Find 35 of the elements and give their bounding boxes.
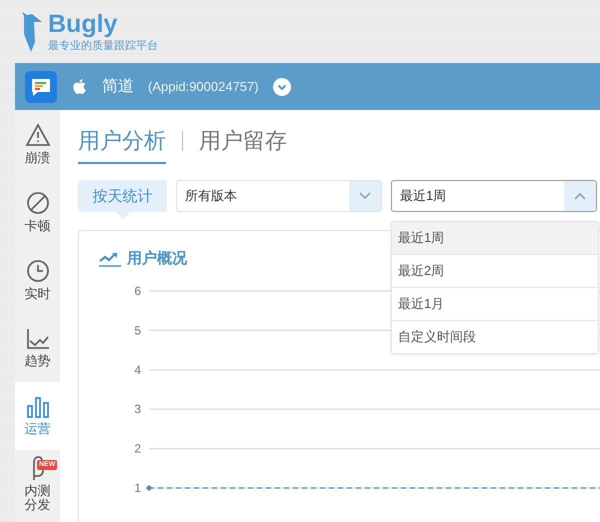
app-name: 简道 bbox=[102, 77, 134, 97]
warning-icon bbox=[24, 123, 50, 147]
clock-icon bbox=[26, 259, 50, 283]
axis-tick-label: 5 bbox=[134, 323, 141, 338]
brand-name: Bugly bbox=[48, 10, 118, 38]
page-tab[interactable]: 用户留存 bbox=[199, 126, 287, 164]
dropdown-option[interactable]: 最近1月 bbox=[392, 287, 598, 320]
dropdown-option[interactable]: 自定义时间段 bbox=[392, 320, 598, 353]
tab-pointer-icon bbox=[116, 212, 130, 219]
trend-icon bbox=[99, 250, 121, 267]
dropdown-option[interactable]: 最近1周 bbox=[392, 222, 598, 254]
axis-tick-label: 4 bbox=[134, 362, 141, 377]
card-title: 用户概况 bbox=[127, 249, 187, 268]
period-select[interactable]: 最近1周 bbox=[391, 180, 597, 212]
axis-tick-label: 6 bbox=[134, 284, 141, 298]
apple-icon bbox=[71, 78, 88, 95]
chevron-down-icon bbox=[359, 192, 371, 200]
line-chart-icon bbox=[26, 328, 50, 350]
brand-tagline: 最专业的质量跟踪平台 bbox=[48, 38, 158, 53]
chevron-up-icon bbox=[574, 192, 586, 200]
sidebar-item[interactable]: 卡顿 bbox=[15, 178, 60, 246]
chat-app-icon bbox=[25, 70, 57, 102]
sidebar-item[interactable]: 趋势 bbox=[15, 314, 60, 382]
axis-tick-label: 2 bbox=[134, 442, 141, 456]
data-point bbox=[146, 486, 152, 491]
chevron-down-circle-icon[interactable] bbox=[272, 78, 291, 96]
axis-tick-label: 3 bbox=[134, 402, 141, 416]
version-select[interactable]: 所有版本 bbox=[176, 180, 382, 212]
sidebar-item[interactable]: 实时 bbox=[15, 246, 60, 314]
axis-tick-label: 1 bbox=[134, 481, 141, 496]
bar-chart-icon bbox=[26, 396, 48, 418]
sidebar-item[interactable]: 崩溃 bbox=[15, 110, 60, 178]
app-id: (Appid:900024757) bbox=[148, 79, 259, 94]
dropdown-option[interactable]: 最近2周 bbox=[392, 254, 598, 287]
prohibited-icon bbox=[26, 191, 50, 215]
